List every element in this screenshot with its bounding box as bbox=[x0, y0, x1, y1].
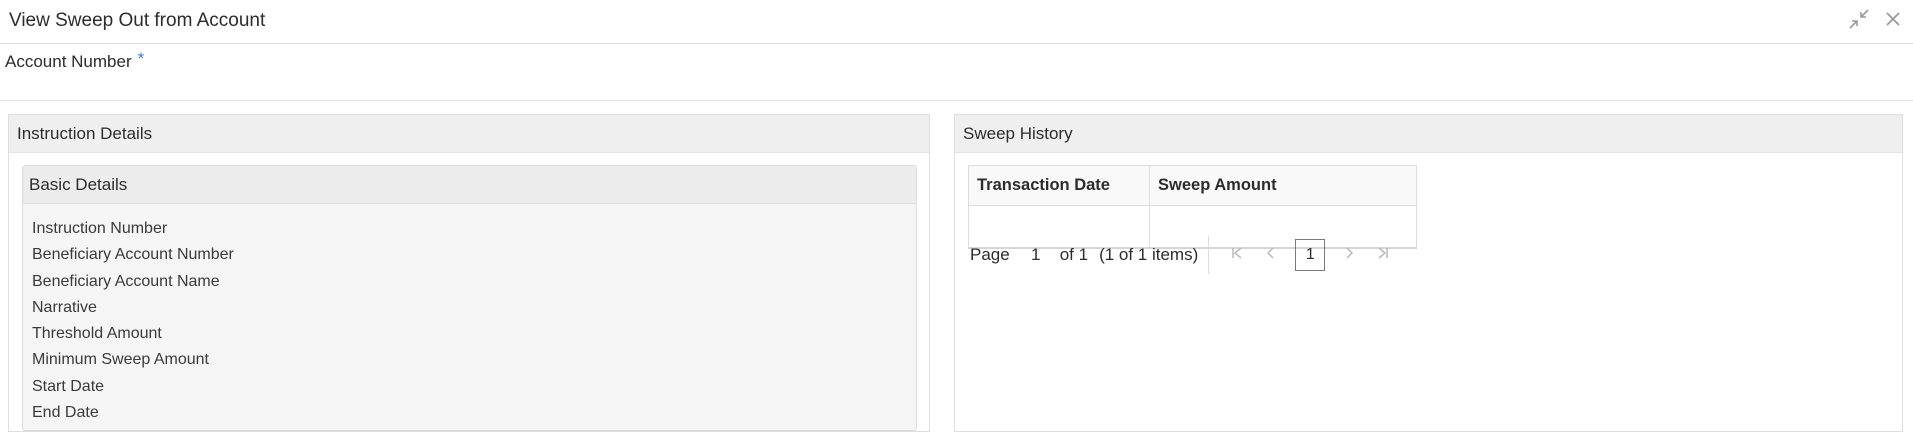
next-page-icon[interactable] bbox=[1339, 246, 1359, 265]
window-title: View Sweep Out from Account bbox=[9, 10, 266, 31]
field-narrative: Narrative bbox=[32, 298, 97, 316]
field-end-date: End Date bbox=[32, 404, 99, 422]
current-page-button[interactable]: 1 bbox=[1295, 239, 1326, 271]
instruction-details-panel: Instruction Details Basic Details Instru… bbox=[8, 114, 930, 432]
table-header-row: Transaction Date Sweep Amount bbox=[968, 165, 1417, 206]
close-icon[interactable] bbox=[1882, 8, 1904, 30]
field-instruction-number: Instruction Number bbox=[32, 220, 168, 237]
pagination-separator bbox=[1208, 236, 1210, 274]
basic-details-section: Basic Details Instruction Number Benefic… bbox=[22, 165, 917, 431]
collapse-icon[interactable] bbox=[1848, 8, 1870, 30]
sweep-history-header: Sweep History bbox=[955, 115, 1902, 153]
title-bar: View Sweep Out from Account bbox=[0, 0, 1913, 44]
divider bbox=[0, 100, 1913, 101]
field-beneficiary-account-number: Beneficiary Account Number bbox=[32, 246, 234, 264]
instruction-details-header: Instruction Details bbox=[9, 115, 929, 153]
required-marker: * bbox=[137, 49, 145, 68]
page-number-input[interactable]: 1 bbox=[1022, 245, 1050, 265]
page-label: Page bbox=[970, 245, 1010, 264]
page-total-label: of 1 bbox=[1059, 245, 1089, 264]
prev-page-icon[interactable] bbox=[1261, 246, 1281, 265]
column-header-sweep-amount[interactable]: Sweep Amount bbox=[1149, 165, 1417, 206]
first-page-icon[interactable] bbox=[1227, 246, 1247, 265]
field-beneficiary-account-name: Beneficiary Account Name bbox=[32, 272, 220, 290]
sweep-history-panel: Sweep History Transaction Date Sweep Amo… bbox=[954, 114, 1903, 432]
basic-details-field-list: Instruction Number Beneficiary Account N… bbox=[23, 204, 916, 438]
field-threshold-amount: Threshold Amount bbox=[32, 325, 162, 343]
account-number-label: Account Number bbox=[5, 52, 132, 71]
items-count-label: (1 of 1 items) bbox=[1099, 245, 1199, 264]
column-header-transaction-date[interactable]: Transaction Date bbox=[968, 165, 1150, 206]
field-minimum-sweep-amount: Minimum Sweep Amount bbox=[32, 351, 209, 369]
account-number-field[interactable]: Account Number * bbox=[5, 49, 145, 72]
last-page-icon[interactable] bbox=[1373, 246, 1393, 265]
basic-details-header: Basic Details bbox=[23, 166, 916, 204]
field-start-date: Start Date bbox=[32, 377, 105, 395]
pagination: Page 1 of 1 (1 of 1 items) 1 bbox=[970, 235, 1407, 275]
